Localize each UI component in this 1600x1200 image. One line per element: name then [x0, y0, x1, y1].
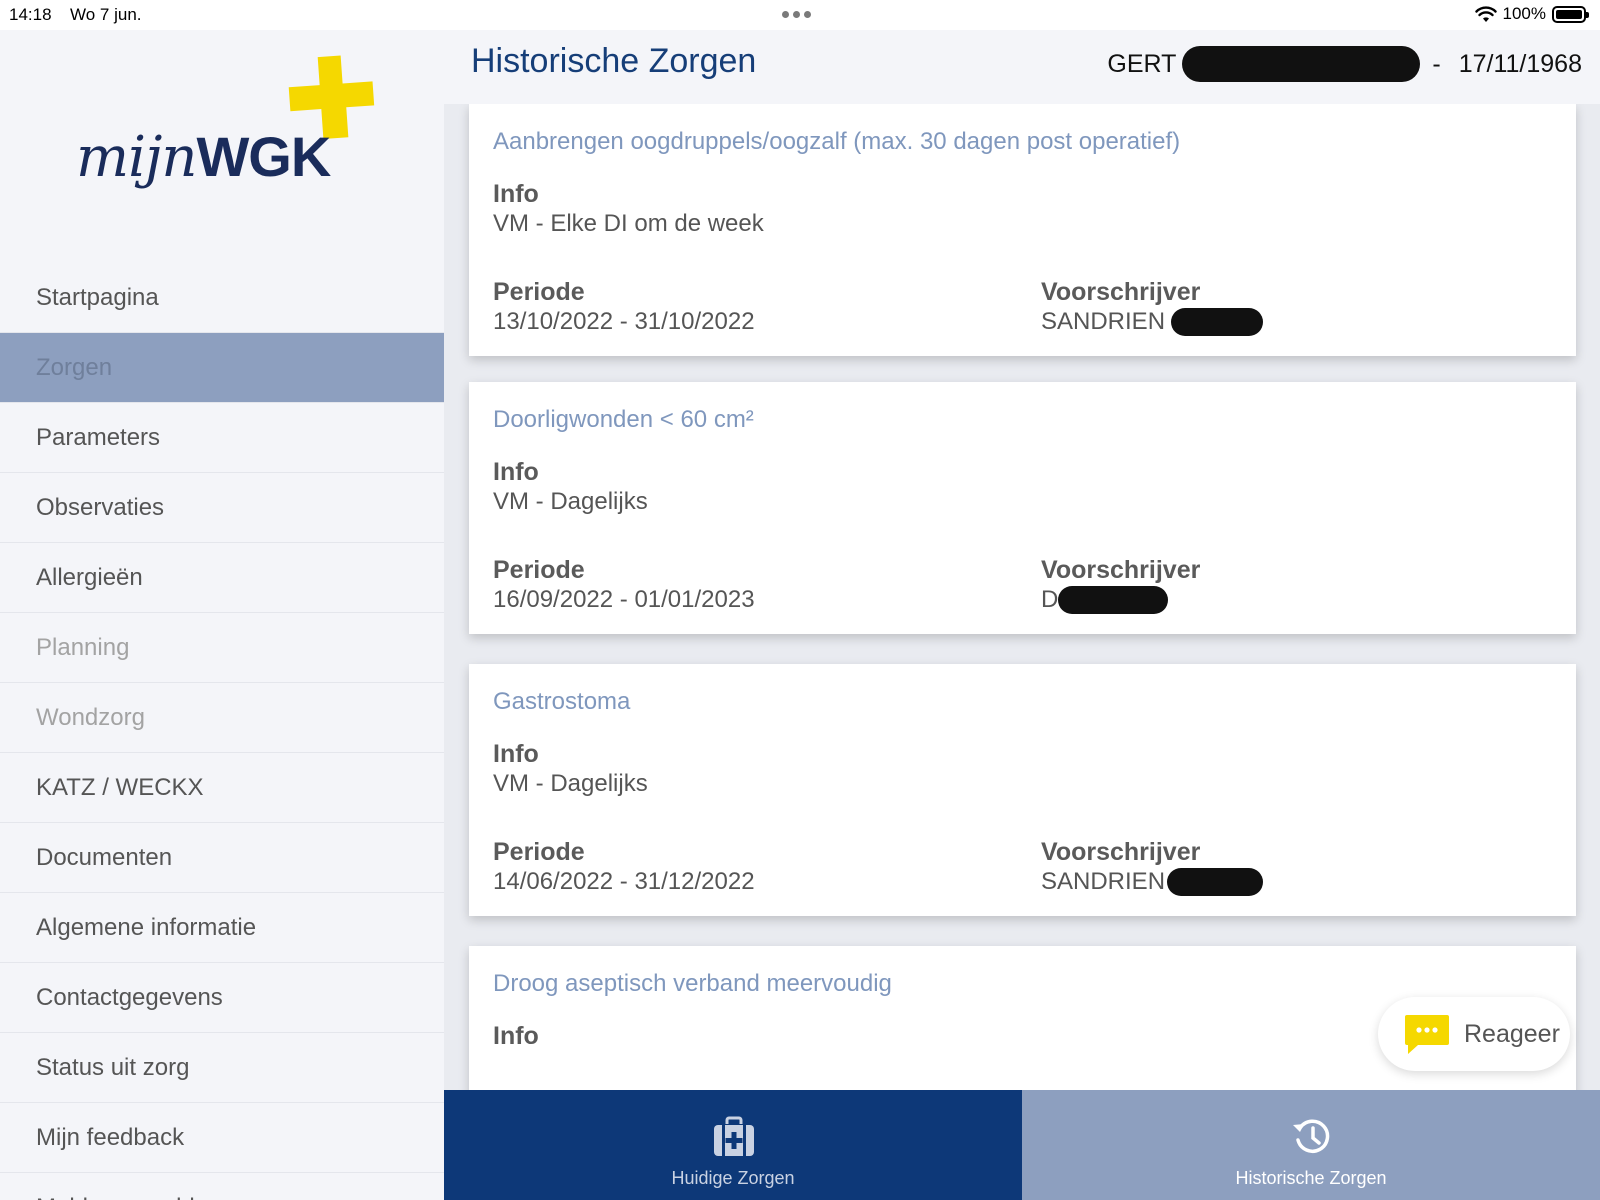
redacted-name [1182, 46, 1421, 82]
info-label: Info [493, 1022, 539, 1050]
care-title: Gastrostoma [493, 688, 631, 715]
periode-label: Periode [493, 838, 585, 866]
sidebar-item-mijn-feedback[interactable]: Mijn feedback [0, 1103, 444, 1173]
voorschrijver-label: Voorschrijver [1041, 838, 1201, 866]
sidebar-item-algemene-informatie[interactable]: Algemene informatie [0, 893, 444, 963]
page-header: Historische Zorgen GERT - 17/11/1968 [444, 30, 1600, 104]
bottom-tab-bar: Huidige Zorgen Historische Zorgen [444, 1090, 1600, 1200]
sidebar-item-zorgen[interactable]: Zorgen [0, 333, 444, 403]
wifi-icon [1474, 5, 1497, 22]
sidebar-item-status-uit-zorg[interactable]: Status uit zorg [0, 1033, 444, 1103]
tab-label: Historische Zorgen [1235, 1168, 1387, 1188]
sidebar-item-planning[interactable]: Planning [0, 613, 444, 683]
battery-icon [1552, 5, 1589, 23]
status-bar: 14:18 Wo 7 jun. 100% [0, 0, 1600, 30]
history-icon [1293, 1119, 1330, 1153]
sidebar-item-contactgegevens[interactable]: Contactgegevens [0, 963, 444, 1033]
care-card[interactable]: Aanbrengen oogdruppels/oogzalf (max. 30 … [469, 104, 1576, 356]
sidebar-item-parameters[interactable]: Parameters [0, 403, 444, 473]
voorschrijver-value: SANDRIEN [1041, 868, 1264, 896]
periode-label: Periode [493, 556, 585, 584]
care-card[interactable]: Doorligwonden < 60 cm² Info VM - Dagelij… [469, 382, 1576, 634]
sidebar: mijnWGK Startpagina Zorgen Parameters Obser… [0, 30, 444, 1200]
patient-dob: 17/11/1968 [1458, 49, 1582, 78]
page-title: Historische Zorgen [471, 42, 757, 80]
periode-value: 13/10/2022 - 31/10/2022 [493, 308, 755, 335]
voorschrijver-value: SANDRIEN [1041, 308, 1264, 336]
sidebar-item-observaties[interactable]: Observaties [0, 473, 444, 543]
sidebar-nav: Startpagina Zorgen Parameters Observaties Al… [0, 263, 444, 1200]
care-card[interactable]: Gastrostoma Info VM - Dagelijks Periode … [469, 664, 1576, 916]
chat-bubble-icon [1404, 1013, 1450, 1055]
tab-huidige-zorgen[interactable]: Huidige Zorgen [444, 1090, 1022, 1200]
logo-text: mijnWGK [76, 125, 331, 190]
sidebar-item-startpagina[interactable]: Startpagina [0, 263, 444, 333]
medical-kit-icon [714, 1116, 754, 1156]
reply-button[interactable]: Reageer [1378, 997, 1570, 1071]
patient-info: GERT - 17/11/1968 [1107, 46, 1582, 82]
care-title: Doorligwonden < 60 cm² [493, 406, 754, 433]
periode-value: 14/06/2022 - 31/12/2022 [493, 868, 755, 895]
status-date: Wo 7 jun. [70, 5, 142, 24]
patient-name: GERT [1107, 49, 1177, 78]
sidebar-item-meld-een-probleem[interactable]: Meld een probleem [0, 1173, 444, 1200]
voorschrijver-value: D [1041, 586, 1169, 614]
reply-label: Reageer [1464, 1019, 1560, 1048]
tab-historische-zorgen[interactable]: Historische Zorgen [1022, 1090, 1600, 1200]
sidebar-item-katz-weckx[interactable]: KATZ / WECKX [0, 753, 444, 823]
status-right: 100% [1474, 4, 1589, 24]
redacted-name [1171, 308, 1264, 336]
info-value: VM - Dagelijks [493, 770, 648, 797]
battery-percentage: 100% [1502, 4, 1546, 23]
voorschrijver-label: Voorschrijver [1041, 278, 1201, 306]
care-list[interactable]: Aanbrengen oogdruppels/oogzalf (max. 30 … [444, 104, 1600, 1090]
care-title: Droog aseptisch verband meervoudig [493, 970, 892, 997]
periode-label: Periode [493, 278, 585, 306]
mijnwgk-logo: mijnWGK [76, 54, 376, 214]
tab-label: Huidige Zorgen [671, 1168, 795, 1188]
multitasking-dots-icon[interactable] [782, 11, 811, 18]
periode-value: 16/09/2022 - 01/01/2023 [493, 586, 755, 613]
sidebar-item-wondzorg[interactable]: Wondzorg [0, 683, 444, 753]
voorschrijver-label: Voorschrijver [1041, 556, 1201, 584]
sidebar-item-documenten[interactable]: Documenten [0, 823, 444, 893]
info-label: Info [493, 180, 539, 208]
status-time: 14:18 [9, 5, 52, 24]
sidebar-item-allergieen[interactable]: Allergieën [0, 543, 444, 613]
info-value: VM - Dagelijks [493, 488, 648, 515]
care-title: Aanbrengen oogdruppels/oogzalf (max. 30 … [493, 128, 1181, 155]
patient-separator: - [1432, 49, 1441, 78]
info-label: Info [493, 740, 539, 768]
info-label: Info [493, 458, 539, 486]
info-value: VM - Elke DI om de week [493, 210, 764, 237]
redacted-name [1058, 586, 1169, 614]
redacted-name [1167, 868, 1264, 896]
